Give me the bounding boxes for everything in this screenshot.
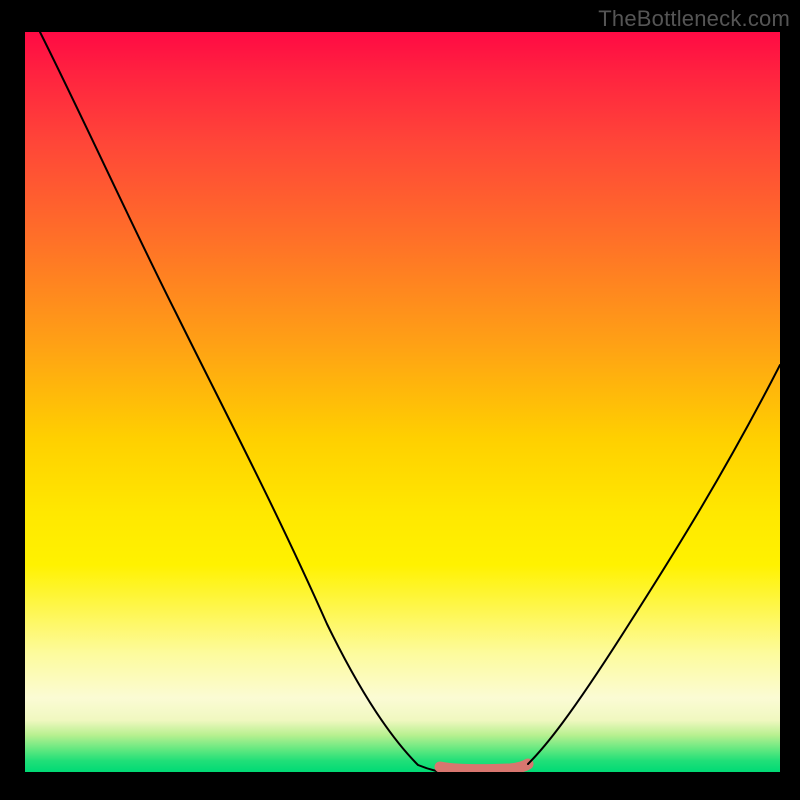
bottleneck-right-curve bbox=[528, 365, 780, 764]
curves-svg bbox=[25, 32, 780, 772]
plot-area bbox=[25, 32, 780, 772]
bottleneck-left-curve bbox=[40, 32, 440, 772]
optimal-band-highlight bbox=[440, 764, 528, 770]
watermark-text: TheBottleneck.com bbox=[598, 6, 790, 32]
chart-container: TheBottleneck.com bbox=[0, 0, 800, 800]
